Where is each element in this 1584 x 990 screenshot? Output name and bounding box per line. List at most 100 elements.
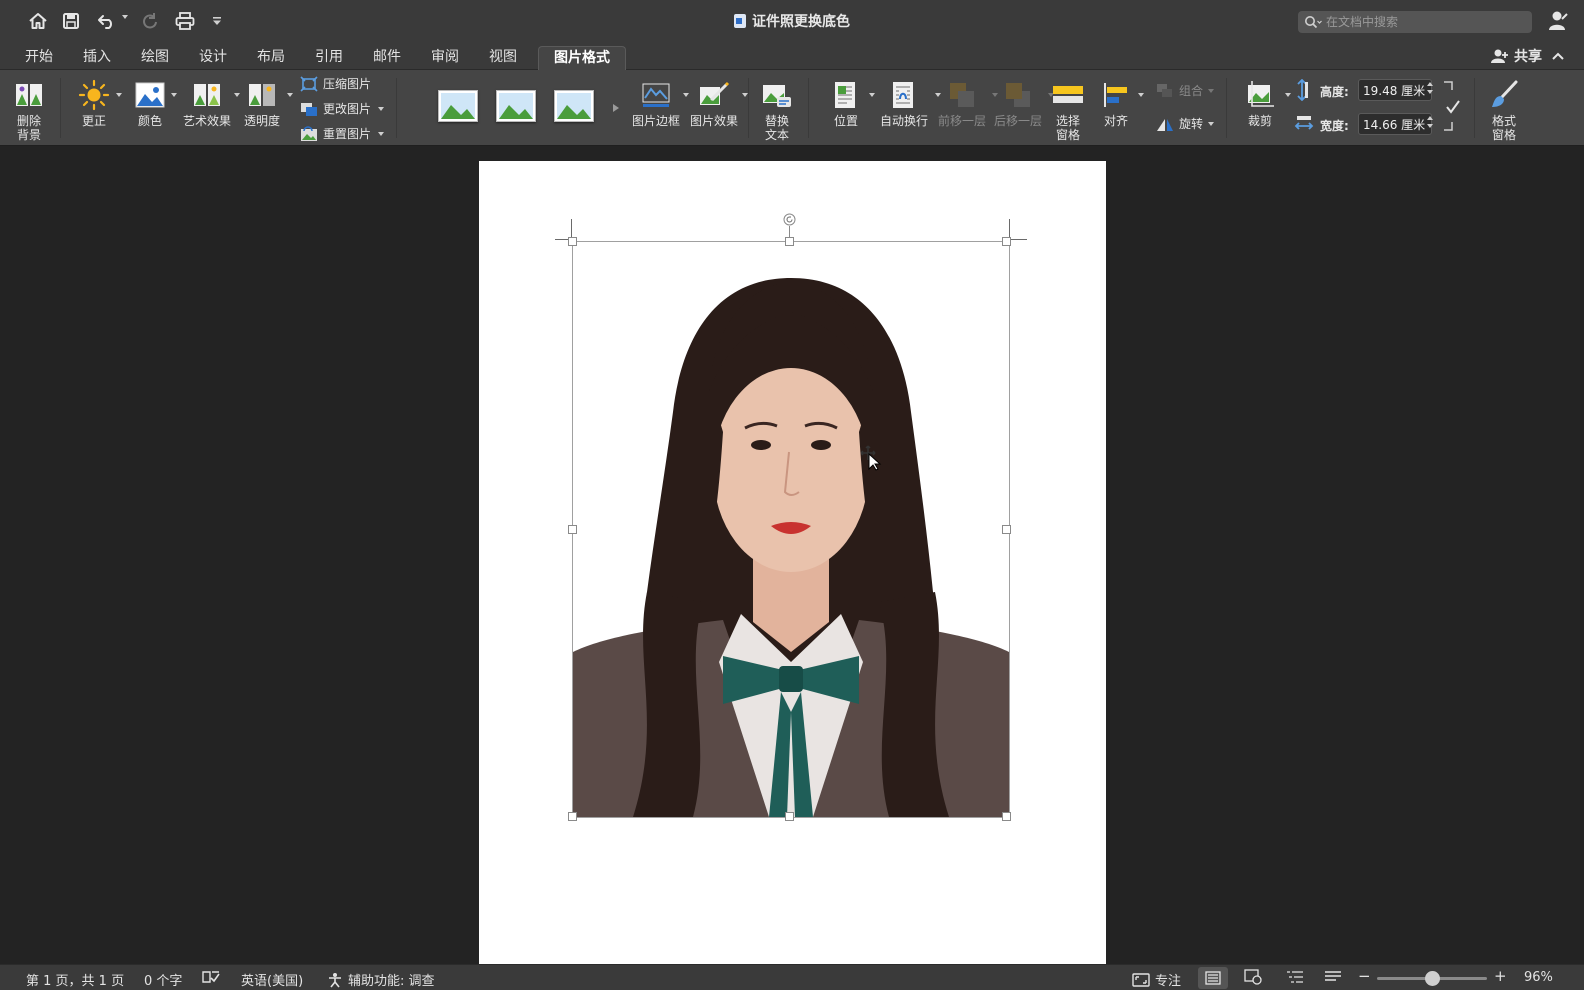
wrap-text-icon xyxy=(891,76,941,114)
sun-icon xyxy=(78,76,122,114)
share-button[interactable]: 共享 xyxy=(1490,46,1542,66)
resize-handle-right[interactable] xyxy=(1002,525,1011,534)
format-pane-button[interactable]: 格式 窗格 xyxy=(1484,76,1524,142)
resize-handle-bottom-right[interactable] xyxy=(1002,812,1011,821)
reset-picture-button[interactable]: 重置图片 xyxy=(300,125,385,142)
align-button[interactable]: 对齐 xyxy=(1096,76,1144,128)
ribbon-separator xyxy=(396,78,397,138)
rotate-handle-icon[interactable] xyxy=(783,213,796,226)
height-stepper[interactable] xyxy=(1425,79,1435,101)
tab-review[interactable]: 审阅 xyxy=(428,46,462,70)
height-input[interactable] xyxy=(1358,79,1432,101)
resize-handle-bottom-left[interactable] xyxy=(568,812,577,821)
lock-aspect-ratio-icon[interactable] xyxy=(1442,80,1462,134)
ribbon-separator xyxy=(808,78,809,138)
resize-handle-top[interactable] xyxy=(785,237,794,246)
gallery-more-icon[interactable] xyxy=(612,102,620,116)
selected-picture[interactable] xyxy=(568,237,1011,821)
artistic-effects-button[interactable]: 艺术效果 xyxy=(182,76,240,128)
picture-style-3[interactable] xyxy=(554,90,594,122)
save-icon[interactable] xyxy=(61,10,81,32)
crop-label: 裁剪 xyxy=(1247,114,1272,128)
compress-pictures-button[interactable]: 压缩图片 xyxy=(300,75,371,92)
change-picture-label: 更改图片 xyxy=(323,102,372,116)
crop-button[interactable]: 裁剪 xyxy=(1236,76,1291,128)
share-label: 共享 xyxy=(1514,49,1542,65)
group-icon xyxy=(1157,83,1172,97)
outline-view-icon[interactable] xyxy=(1286,969,1304,985)
add-person-icon xyxy=(1491,49,1508,63)
width-input[interactable] xyxy=(1358,113,1432,135)
wrap-text-button[interactable]: 自动换行 xyxy=(876,76,941,128)
search-box[interactable] xyxy=(1298,11,1532,33)
tab-home[interactable]: 开始 xyxy=(22,46,56,70)
picture-style-1[interactable] xyxy=(438,90,478,122)
picture-effects-icon xyxy=(698,76,748,114)
picture-style-2[interactable] xyxy=(496,90,536,122)
proofing-button[interactable] xyxy=(202,970,220,984)
resize-handle-bottom[interactable] xyxy=(785,812,794,821)
tab-picture-format[interactable]: 图片格式 xyxy=(538,46,626,70)
search-input[interactable] xyxy=(1326,15,1526,29)
position-icon xyxy=(833,76,875,114)
color-button[interactable]: 颜色 xyxy=(130,76,177,128)
color-picture-icon xyxy=(135,76,177,114)
customize-toolbar-icon[interactable] xyxy=(211,10,223,32)
remove-background-label: 删除 背景 xyxy=(16,114,41,142)
reset-picture-label: 重置图片 xyxy=(323,127,372,141)
rotate-button[interactable]: 旋转 xyxy=(1156,115,1215,132)
remove-background-button[interactable]: 删除 背景 xyxy=(10,76,48,142)
resize-handle-top-left[interactable] xyxy=(568,237,577,246)
page-count[interactable]: 第 1 页，共 1 页 xyxy=(26,970,124,989)
print-layout-view-button[interactable] xyxy=(1198,967,1228,989)
group-label: 组合 xyxy=(1179,84,1204,98)
picture-effects-button[interactable]: 图片效果 xyxy=(688,76,748,128)
transparency-icon xyxy=(247,76,293,114)
tab-draw[interactable]: 绘图 xyxy=(138,46,172,70)
undo-icon[interactable] xyxy=(96,10,118,32)
language-status[interactable]: 英语(美国) xyxy=(241,970,303,989)
change-picture-button[interactable]: 更改图片 xyxy=(300,100,385,117)
bring-forward-button: 前移一层 xyxy=(934,76,998,128)
width-stepper[interactable] xyxy=(1425,113,1435,135)
tab-layout[interactable]: 布局 xyxy=(254,46,288,70)
search-icon xyxy=(1305,16,1322,29)
accessibility-label: 辅助功能: 调查 xyxy=(348,974,435,989)
zoom-slider[interactable] xyxy=(1377,971,1487,986)
web-layout-icon[interactable] xyxy=(1244,969,1262,985)
undo-dropdown-icon[interactable] xyxy=(122,15,128,19)
draft-view-icon[interactable] xyxy=(1324,969,1342,985)
picture-border-button[interactable]: 图片边框 xyxy=(630,76,689,128)
tab-design[interactable]: 设计 xyxy=(196,46,230,70)
profile-icon[interactable] xyxy=(1548,10,1568,35)
document-page[interactable] xyxy=(479,161,1106,964)
tab-mailings[interactable]: 邮件 xyxy=(370,46,404,70)
home-icon[interactable] xyxy=(27,10,49,32)
tab-insert[interactable]: 插入 xyxy=(80,46,114,70)
resize-handle-left[interactable] xyxy=(568,525,577,534)
tab-references[interactable]: 引用 xyxy=(312,46,346,70)
resize-handle-top-right[interactable] xyxy=(1002,237,1011,246)
send-backward-icon xyxy=(1004,76,1054,114)
zoom-level[interactable]: 96% xyxy=(1524,970,1553,985)
focus-button[interactable]: 专注 xyxy=(1132,970,1181,989)
tab-view[interactable]: 视图 xyxy=(486,46,520,70)
corrections-button[interactable]: 更正 xyxy=(72,76,122,128)
move-cursor-icon xyxy=(860,445,882,471)
word-count[interactable]: 0 个字 xyxy=(144,970,182,989)
selection-pane-button[interactable]: 选择 窗格 xyxy=(1048,76,1088,142)
zoom-slider-thumb[interactable] xyxy=(1424,971,1440,986)
collapse-ribbon-icon[interactable] xyxy=(1552,50,1564,64)
position-button[interactable]: 位置 xyxy=(824,76,875,128)
print-icon[interactable] xyxy=(174,10,196,32)
transparency-button[interactable]: 透明度 xyxy=(240,76,293,128)
format-pane-label: 格式 窗格 xyxy=(1491,114,1516,142)
compress-icon xyxy=(300,75,318,92)
zoom-in-button[interactable]: + xyxy=(1494,967,1507,985)
zoom-out-button[interactable]: − xyxy=(1358,967,1371,985)
portrait-photo xyxy=(573,242,1009,817)
accessibility-status[interactable]: 辅助功能: 调查 xyxy=(327,970,435,989)
alt-text-button[interactable]: 替换 文本 xyxy=(756,76,798,142)
ribbon-separator xyxy=(748,78,749,138)
document-workspace[interactable] xyxy=(0,147,1584,964)
